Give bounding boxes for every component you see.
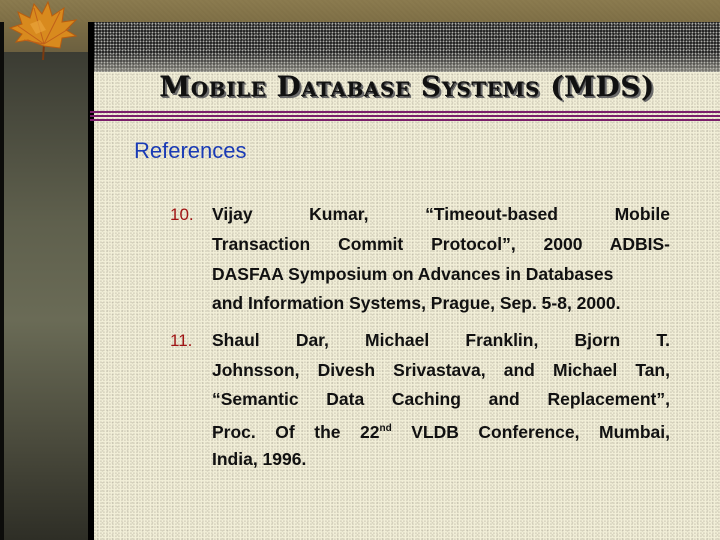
reference-line: “Semantic Data Caching and Replacement”, [212,389,670,409]
reference-line: Transaction Commit Protocol”, 2000 ADBIS… [212,234,670,254]
maple-leaf-icon [8,0,78,61]
ref-text: VLDB Conference, Mumbai, [391,422,670,442]
reference-number: 10. [170,205,194,224]
title-rule [90,111,720,113]
title-rule [90,115,720,117]
reference-number: 11. [170,331,193,350]
reference-line: India, 1996. [212,449,307,469]
slide-title: Mobile Database Systems (MDS) [159,70,655,103]
reference-line-with-superscript: Proc. Of the 22nd VLDB Conference, Mumba… [212,414,670,447]
ref-text: Proc. Of the 22 [212,422,380,442]
left-decor-panel [4,52,88,540]
reference-line: Johnsson, Divesh Srivastava, and Michael… [212,360,670,380]
section-heading: References [134,138,247,163]
title-rule [90,119,720,121]
reference-line: and Information Systems, Prague, Sep. 5-… [212,293,621,313]
top-band-shade [0,0,720,22]
ordinal-superscript: nd [379,423,392,434]
reference-line: Shaul Dar, Michael Franklin, Bjorn T. [212,330,670,350]
reference-line: DASFAA Symposium on Advances in Database… [212,264,614,284]
reference-line: Vijay Kumar, “Timeout-based Mobile [212,204,670,224]
title-band-fade [94,52,720,72]
